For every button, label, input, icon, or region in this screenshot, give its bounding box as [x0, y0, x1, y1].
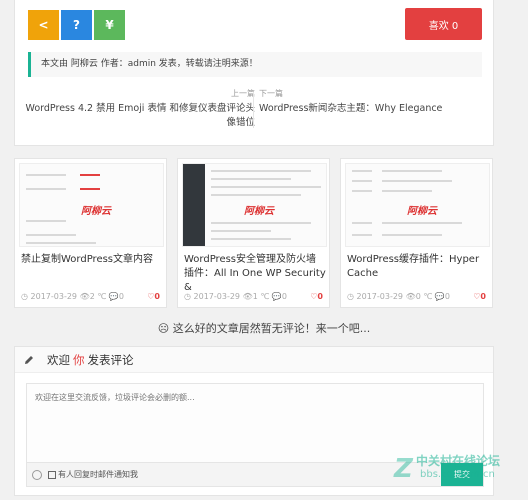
related-meta: ◷ 2017-03-29 👁2 ℃ 💬0 — [21, 292, 124, 301]
notify-label: 有人回复时邮件通知我 — [58, 470, 138, 479]
related-post-card[interactable]: 阿柳云 WordPress缓存插件：Hyper Cache ◷ 2017-03-… — [340, 158, 493, 308]
related-meta: ◷ 2017-03-29 👁0 ℃ 💬0 — [347, 292, 450, 301]
logo-watermark: 阿柳云 — [81, 206, 111, 217]
smile-icon[interactable] — [32, 469, 42, 480]
watermark-line2: bbs.zol.com.cn — [420, 469, 495, 480]
related-like-count[interactable]: ♡0 — [473, 292, 486, 301]
watermark-line1: 中关村在线论坛 — [416, 454, 501, 468]
related-like-count[interactable]: ♡0 — [147, 292, 160, 301]
next-label: 下一篇 — [259, 89, 283, 98]
next-post-link[interactable]: 下一篇 WordPress新闻杂志主题：Why Elegance — [259, 88, 489, 116]
no-comment-message: ☹ 这么好的文章居然暂无评论！来一个吧... — [157, 322, 371, 335]
related-thumbnail[interactable]: 阿柳云 — [182, 163, 327, 247]
notify-checkbox[interactable] — [48, 470, 56, 479]
question-icon[interactable]: ? — [61, 10, 92, 40]
nav-divider — [253, 92, 254, 128]
copyright-notice: 本文由 阿柳云 作者：admin 发表，转载请注明来源！ — [28, 52, 482, 77]
watermark-logo: Z — [394, 454, 413, 484]
prev-post-link[interactable]: 上一篇 WordPress 4.2 禁用 Emoji 表情 和修复仪表盘评论头像… — [25, 88, 255, 130]
related-meta: ◷ 2017-03-29 👁1 ℃ 💬0 — [184, 292, 287, 301]
comment-header-post: 发表评论 — [87, 352, 134, 367]
related-post-card[interactable]: 阿柳云 WordPress安全管理及防火墙插件：All In One WP Se… — [177, 158, 330, 308]
comment-textarea[interactable] — [26, 383, 484, 463]
comment-header-pre: 欢迎 — [47, 352, 70, 367]
comment-header: 欢迎 你 发表评论 — [15, 347, 493, 373]
share-icon[interactable]: < — [28, 10, 59, 40]
comment-header-you: 你 — [73, 352, 85, 367]
related-post-card[interactable]: 阿柳云 禁止复制WordPress文章内容 ◷ 2017-03-29 👁2 ℃ … — [14, 158, 167, 308]
post-footer-card: < ? ¥ 喜欢 0 本文由 阿柳云 作者：admin 发表，转载请注明来源！ … — [14, 0, 494, 146]
related-like-count[interactable]: ♡0 — [310, 292, 323, 301]
related-title[interactable]: WordPress缓存插件：Hyper Cache — [347, 253, 489, 281]
logo-watermark: 阿柳云 — [244, 206, 274, 217]
related-title[interactable]: 禁止复制WordPress文章内容 — [21, 253, 163, 267]
share-buttons: < ? ¥ — [28, 10, 125, 40]
prev-title[interactable]: WordPress 4.2 禁用 Emoji 表情 和修复仪表盘评论头像错位 — [25, 102, 255, 130]
related-thumbnail[interactable]: 阿柳云 — [345, 163, 490, 247]
prev-label: 上一篇 — [231, 89, 255, 98]
post-navigation: 上一篇 WordPress 4.2 禁用 Emoji 表情 和修复仪表盘评论头像… — [15, 88, 495, 138]
site-watermark: Z 中关村在线论坛 bbs.zol.com.cn — [394, 452, 524, 496]
related-title[interactable]: WordPress安全管理及防火墙插件：All In One WP Securi… — [184, 253, 326, 295]
yen-icon[interactable]: ¥ — [94, 10, 125, 40]
related-thumbnail[interactable]: 阿柳云 — [19, 163, 164, 247]
next-title[interactable]: WordPress新闻杂志主题：Why Elegance — [259, 102, 489, 116]
pencil-icon — [25, 355, 33, 364]
like-button[interactable]: 喜欢 0 — [405, 8, 482, 40]
logo-watermark: 阿柳云 — [407, 206, 437, 217]
